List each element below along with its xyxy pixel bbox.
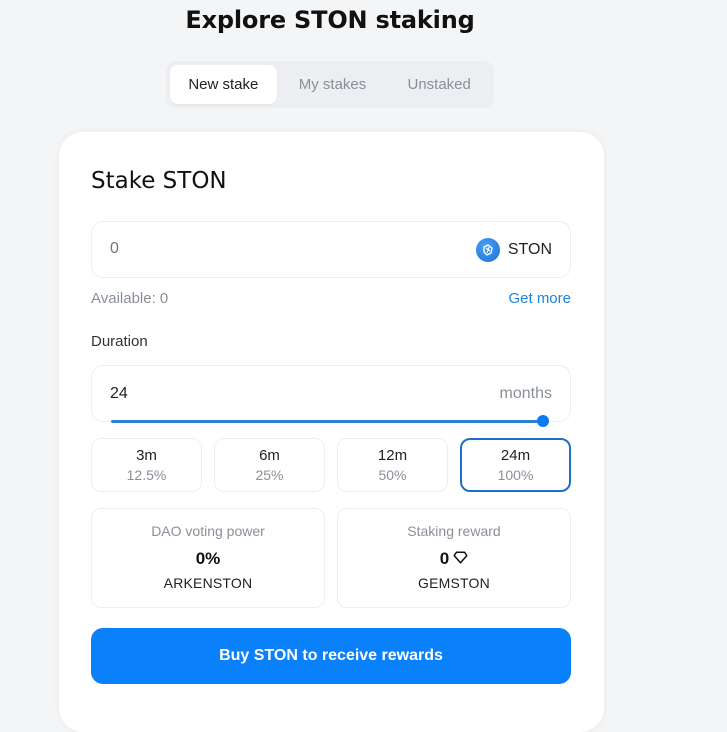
preset-duration: 24m [500, 447, 531, 464]
buy-ston-button[interactable]: Buy STON to receive rewards [91, 628, 571, 684]
get-more-link[interactable]: Get more [508, 290, 571, 307]
preset-percent: 50% [378, 467, 407, 483]
reward-stats: DAO voting power 0% ARKENSTON Staking re… [91, 508, 571, 608]
slider-thumb[interactable] [537, 415, 549, 427]
dao-voting-power-card: DAO voting power 0% ARKENSTON [91, 508, 325, 608]
preset-duration: 12m [377, 447, 408, 464]
duration-slider[interactable] [111, 415, 549, 427]
preset-percent: 100% [497, 467, 534, 483]
duration-label: Duration [91, 333, 148, 350]
tab-new-stake[interactable]: New stake [170, 65, 277, 104]
card-title: Stake STON [91, 168, 227, 194]
preset-percent: 25% [255, 467, 284, 483]
stat-value-text: 0% [195, 549, 221, 568]
stat-label: DAO voting power [151, 523, 265, 539]
gem-icon [453, 549, 468, 569]
stat-value: 0% [196, 549, 221, 569]
preset-12m[interactable]: 12m 50% [337, 438, 448, 492]
tab-my-stakes[interactable]: My stakes [277, 65, 389, 104]
slider-fill [111, 420, 543, 423]
ston-token-icon [475, 238, 500, 262]
page-title: Explore STON staking [185, 6, 475, 34]
amount-input[interactable] [110, 240, 410, 258]
duration-unit: months [499, 385, 552, 402]
duration-field: months [91, 365, 571, 422]
token-symbol: STON [507, 241, 552, 258]
staking-reward-card: Staking reward 0 GEMSTON [337, 508, 571, 608]
stat-value-text: 0 [439, 549, 450, 568]
stat-value: 0 [440, 549, 468, 569]
stat-label: Staking reward [407, 523, 501, 539]
preset-24m[interactable]: 24m 100% [460, 438, 571, 492]
available-balance: Available: 0 [91, 290, 169, 307]
stake-card: Stake STON STON Available: 0 Get more Du… [59, 132, 604, 732]
preset-6m[interactable]: 6m 25% [214, 438, 325, 492]
preset-percent: 12.5% [126, 467, 167, 483]
duration-input[interactable] [110, 385, 310, 403]
tab-unstaked[interactable]: Unstaked [388, 65, 490, 104]
preset-3m[interactable]: 3m 12.5% [91, 438, 202, 492]
amount-field: STON [91, 221, 571, 278]
duration-presets: 3m 12.5% 6m 25% 12m 50% 24m 100% [91, 438, 571, 492]
preset-duration: 6m [259, 447, 280, 464]
stake-tabs: New stake My stakes Unstaked [166, 61, 494, 108]
preset-duration: 3m [136, 447, 157, 464]
stat-unit: GEMSTON [418, 575, 490, 591]
stat-unit: ARKENSTON [163, 575, 253, 591]
token-selector: STON [475, 238, 552, 262]
